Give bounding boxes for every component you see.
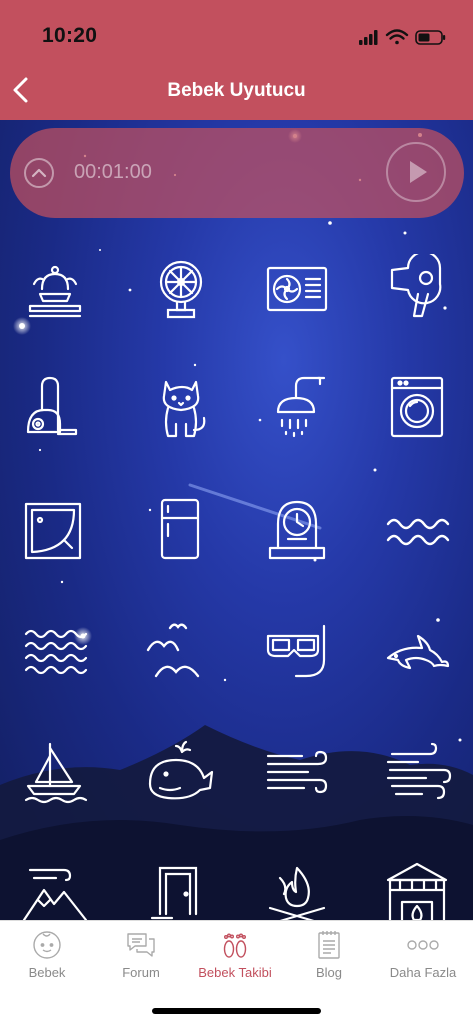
- sound-sailboat[interactable]: [20, 738, 90, 808]
- play-icon: [410, 161, 427, 183]
- sailboat-icon: [24, 742, 88, 804]
- sea-icon: [24, 629, 88, 675]
- tab-bebek-takibi[interactable]: Bebek Takibi: [188, 921, 282, 991]
- sound-air-conditioner[interactable]: [262, 254, 332, 324]
- nav-bar: Bebek Uyutucu: [0, 60, 473, 120]
- signal-icon: [359, 30, 378, 45]
- chevron-up-icon: [31, 168, 47, 178]
- refrigerator-icon: [160, 498, 200, 560]
- chat-bubbles-icon: [127, 933, 155, 957]
- sound-player: 00:01:00: [10, 128, 464, 218]
- tab-forum[interactable]: Forum: [94, 921, 188, 991]
- washing-machine-icon: [390, 376, 444, 438]
- sound-strong-wind[interactable]: [382, 738, 452, 808]
- timer-display: 00:01:00: [74, 161, 152, 183]
- seagulls-icon: [146, 623, 200, 678]
- sound-bathtub[interactable]: [20, 494, 90, 564]
- wifi-icon: [385, 29, 409, 45]
- vacuum-cleaner-icon: [26, 376, 78, 436]
- air-conditioner-icon: [266, 266, 328, 312]
- sound-whale[interactable]: [146, 738, 216, 808]
- tab-bebek[interactable]: Bebek: [0, 921, 94, 991]
- fountain-icon: [28, 265, 82, 318]
- sound-snorkel[interactable]: [262, 616, 332, 686]
- baby-face-icon: [33, 931, 61, 959]
- whale-icon: [148, 740, 214, 800]
- wind-icon: [266, 750, 328, 794]
- sound-grid: [0, 232, 473, 926]
- tab-label-blog: Blog: [315, 965, 343, 980]
- sound-hair-dryer[interactable]: [382, 250, 452, 324]
- sound-shower[interactable]: [262, 372, 332, 442]
- sound-dolphin[interactable]: [382, 616, 452, 686]
- tab-label-forum: Forum: [122, 965, 160, 980]
- footprints-icon: [223, 933, 247, 958]
- bathtub-icon: [24, 502, 82, 560]
- sound-sea[interactable]: [20, 616, 90, 686]
- sound-clock[interactable]: [262, 494, 332, 564]
- sound-fountain[interactable]: [20, 254, 90, 324]
- sound-cat[interactable]: [146, 372, 216, 442]
- cat-icon: [162, 380, 206, 438]
- page-title: Bebek Uyutucu: [167, 80, 306, 101]
- clock-icon: [268, 500, 326, 560]
- tab-label-bebek: Bebek: [28, 965, 66, 980]
- sound-refrigerator[interactable]: [146, 494, 216, 564]
- strong-wind-icon: [386, 742, 452, 800]
- sound-vacuum-cleaner[interactable]: [20, 372, 90, 442]
- tab-daha-fazla[interactable]: Daha Fazla: [376, 921, 470, 991]
- status-bar: 10:20: [0, 0, 473, 60]
- collapse-button[interactable]: [24, 158, 54, 188]
- battery-icon: [415, 30, 446, 45]
- fan-icon: [159, 260, 203, 319]
- sound-wind[interactable]: [262, 738, 332, 808]
- status-time: 10:20: [42, 24, 98, 47]
- status-icons: [353, 26, 453, 48]
- snorkel-mask-icon: [266, 624, 326, 678]
- hair-dryer-icon: [390, 250, 442, 318]
- tab-label-bebek-takibi: Bebek Takibi: [198, 965, 272, 980]
- notepad-icon: [318, 931, 340, 959]
- shower-icon: [276, 376, 326, 438]
- sound-fan[interactable]: [146, 254, 216, 324]
- tab-blog[interactable]: Blog: [282, 921, 376, 991]
- tab-label-daha-fazla: Daha Fazla: [389, 965, 457, 980]
- waves-icon: [386, 518, 450, 546]
- play-button[interactable]: [386, 142, 446, 202]
- more-dots-icon: [407, 940, 439, 950]
- dolphin-icon: [386, 634, 450, 670]
- sound-waves[interactable]: [382, 494, 452, 564]
- sound-seagulls[interactable]: [146, 616, 216, 686]
- sound-washing-machine[interactable]: [382, 372, 452, 442]
- home-indicator: [152, 1008, 321, 1014]
